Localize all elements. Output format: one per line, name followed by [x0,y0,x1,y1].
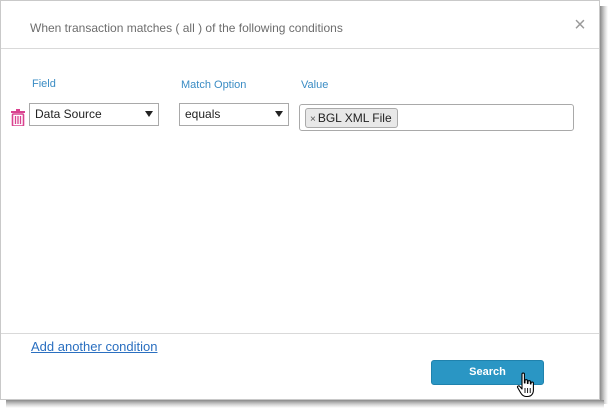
value-column-label: Value [301,79,329,91]
condition-dialog: When transaction matches ( all ) of the … [0,0,600,400]
chevron-down-icon [145,111,153,117]
chip-remove-icon[interactable]: × [310,114,316,125]
value-chip: × BGL XML File [305,108,398,128]
value-tag-input[interactable]: × BGL XML File [299,104,574,131]
value-chip-label: BGL XML File [317,111,392,125]
match-option-select-value: equals [185,107,221,121]
field-select-value: Data Source [35,107,102,121]
hand-pointer-icon [516,372,534,398]
close-icon[interactable]: × [571,15,589,35]
dialog-header: When transaction matches ( all ) of the … [1,1,599,49]
match-option-select[interactable]: equals [179,103,289,126]
footer-divider [1,333,599,334]
dialog-shadow-right [600,6,608,404]
add-condition-link[interactable]: Add another condition [31,339,157,354]
screen: When transaction matches ( all ) of the … [0,0,612,410]
trash-icon[interactable] [11,109,25,126]
dialog-shadow-bottom [6,400,604,408]
match-option-column-label: Match Option [181,79,247,91]
dialog-title: When transaction matches ( all ) of the … [30,21,343,35]
field-select[interactable]: Data Source [29,103,159,126]
chevron-down-icon [275,111,283,117]
field-column-label: Field [32,78,56,90]
